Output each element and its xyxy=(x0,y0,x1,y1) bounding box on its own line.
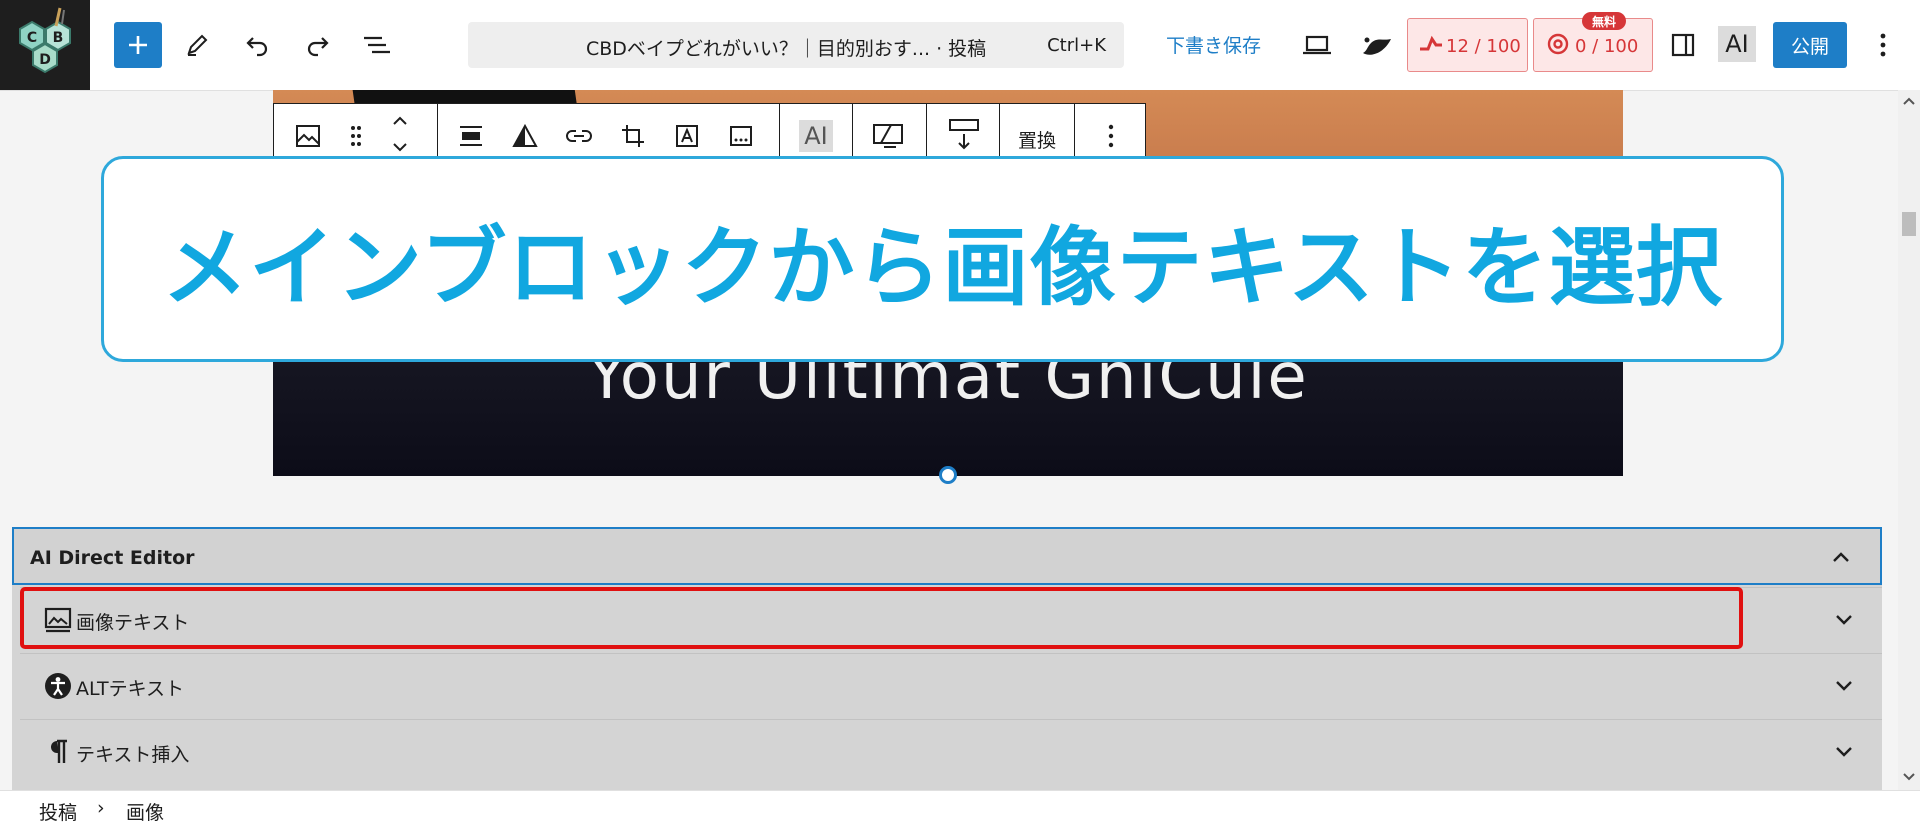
publish-button[interactable]: 公開 xyxy=(1773,22,1847,68)
chevron-up-icon xyxy=(1831,547,1851,567)
redo-icon xyxy=(307,37,329,57)
resize-width-button[interactable] xyxy=(946,119,982,150)
insert-link-button[interactable] xyxy=(565,122,593,150)
block-options-button[interactable] xyxy=(1097,122,1125,150)
save-draft-button[interactable]: 下書き保存 xyxy=(1166,31,1261,58)
plugin-leaf-button[interactable] xyxy=(1357,25,1397,65)
chevron-down-icon xyxy=(1834,742,1854,762)
command-palette-button[interactable]: CBDベイプどれがいい？｜目的別おす... · 投稿 Ctrl+K xyxy=(468,22,1124,68)
breadcrumb-item-image[interactable]: 画像 xyxy=(126,798,164,825)
scrollbar-thumb[interactable] xyxy=(1902,212,1916,236)
settings-sidebar-toggle[interactable] xyxy=(1663,25,1703,65)
add-block-button[interactable] xyxy=(114,22,162,68)
list-view-icon xyxy=(364,36,390,54)
text-over-image-icon xyxy=(676,125,698,147)
leaf-icon xyxy=(1363,37,1391,55)
chart-logo-icon xyxy=(1420,35,1442,51)
drag-handle[interactable] xyxy=(342,122,370,150)
editor-header: C B D CBDベイプどれがいい？｜目的別おす... · 投稿 Ctrl+K … xyxy=(0,0,1920,91)
credit-counter-2-value: 0 / 100 xyxy=(1575,36,1639,57)
editor-scrollbar[interactable] xyxy=(1898,90,1920,790)
image-resize-handle[interactable] xyxy=(939,466,957,484)
sidebar-icon xyxy=(1671,33,1695,57)
cbd-logo-icon: C B D xyxy=(19,7,71,74)
panel-row-insert-text[interactable]: テキスト挿入 xyxy=(20,719,1882,784)
breadcrumb: 投稿 › 画像 xyxy=(0,790,1920,828)
panel-row-label: ALTテキスト xyxy=(76,678,185,700)
more-vertical-icon xyxy=(1108,124,1114,148)
image-effect-button[interactable] xyxy=(871,122,907,150)
resize-icon xyxy=(949,119,979,150)
ai-toolbar-button[interactable]: AI xyxy=(799,120,833,152)
panel-row-label: テキスト挿入 xyxy=(76,744,190,766)
block-toolbar: AI 置換 xyxy=(273,103,1146,164)
toolbar-divider xyxy=(1074,104,1075,164)
scroll-down-icon xyxy=(1903,773,1915,781)
svg-text:D: D xyxy=(39,52,51,68)
ai-direct-editor-panel: AI Direct Editor 画像テキスト ALTテキスト テキスト挿入 xyxy=(12,527,1882,790)
preview-button[interactable] xyxy=(1297,25,1337,65)
credit-counter-1[interactable]: 12 / 100 xyxy=(1407,18,1528,72)
undo-button[interactable] xyxy=(238,25,278,65)
ai-direct-editor-toggle[interactable]: AI Direct Editor xyxy=(12,527,1882,585)
laptop-icon xyxy=(1303,35,1331,55)
tools-button[interactable] xyxy=(177,25,217,65)
crop-button[interactable] xyxy=(619,122,647,150)
redo-button[interactable] xyxy=(297,25,337,65)
panel-row-alt-text[interactable]: ALTテキスト xyxy=(20,653,1882,718)
highlight-annotation xyxy=(20,587,1743,649)
drag-handle-icon xyxy=(351,126,361,146)
shortcut-hint: Ctrl+K xyxy=(1047,35,1106,56)
block-type-button[interactable] xyxy=(294,122,322,150)
ai-plugin-button[interactable]: AI xyxy=(1718,26,1756,62)
undo-icon xyxy=(246,37,268,57)
image-ai-icon xyxy=(873,124,903,148)
align-icon xyxy=(460,126,482,146)
post-title: CBDベイプどれがいい？｜目的別おす... · 投稿 xyxy=(586,38,987,60)
toolbar-divider xyxy=(926,104,927,164)
crop-icon xyxy=(622,125,644,147)
credit-counter-1-value: 12 / 100 xyxy=(1446,36,1521,57)
caption-button[interactable] xyxy=(727,122,755,150)
svg-text:B: B xyxy=(53,30,64,46)
image-icon xyxy=(296,125,320,147)
instruction-banner: メインブロックから画像テキストを選択 xyxy=(101,156,1784,362)
duotone-icon xyxy=(512,123,538,147)
at-sign-icon xyxy=(1547,33,1569,55)
toolbar-divider xyxy=(437,104,438,164)
toolbar-divider xyxy=(779,104,780,164)
breadcrumb-item-post[interactable]: 投稿 xyxy=(39,798,77,825)
chevron-down-icon xyxy=(1834,676,1854,696)
caption-icon xyxy=(730,126,752,146)
paragraph-icon xyxy=(44,738,72,766)
document-overview-button[interactable] xyxy=(357,25,397,65)
move-up-down-button[interactable] xyxy=(386,112,414,156)
scroll-up-icon xyxy=(1903,97,1915,105)
plus-icon xyxy=(129,36,147,54)
replace-button[interactable]: 置換 xyxy=(1018,126,1056,153)
svg-text:C: C xyxy=(27,30,37,46)
align-button[interactable] xyxy=(457,122,485,150)
text-over-image-button[interactable] xyxy=(673,122,701,150)
pencil-icon xyxy=(187,34,208,56)
more-vertical-icon xyxy=(1880,33,1886,57)
accessibility-icon xyxy=(44,672,72,700)
chevron-up-down-icon xyxy=(393,116,407,152)
chevron-down-icon xyxy=(1834,610,1854,630)
toolbar-divider xyxy=(999,104,1000,164)
options-menu-button[interactable] xyxy=(1863,25,1903,65)
toolbar-divider xyxy=(852,104,853,164)
duotone-filter-button[interactable] xyxy=(511,122,539,150)
link-icon xyxy=(566,130,592,142)
site-logo[interactable]: C B D xyxy=(0,0,90,90)
panel-title: AI Direct Editor xyxy=(30,547,195,569)
breadcrumb-separator: › xyxy=(97,797,105,819)
free-badge: 無料 xyxy=(1582,12,1626,30)
